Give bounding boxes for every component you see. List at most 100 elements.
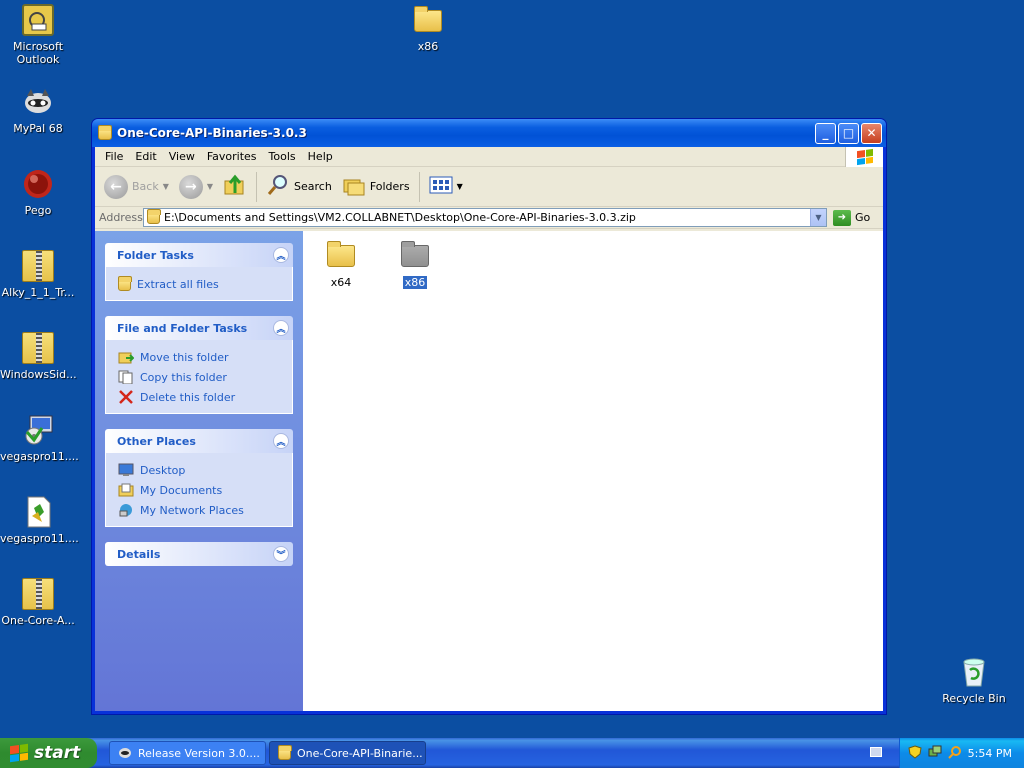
chevron-up-icon[interactable]: ︽ [273, 247, 289, 263]
shield-icon[interactable] [908, 744, 922, 762]
details-header[interactable]: Details ︾ [105, 542, 293, 566]
menu-tools[interactable]: Tools [263, 150, 302, 163]
folder-item-x64[interactable]: x64 [311, 239, 371, 289]
my-documents-link[interactable]: My Documents [118, 480, 280, 500]
desktop-icon-pego[interactable]: Pego [0, 168, 76, 217]
network-icon[interactable] [928, 745, 942, 762]
menu-bar: File Edit View Favorites Tools Help [95, 147, 883, 167]
desktop-icon [118, 463, 134, 477]
desktop-icon-x86[interactable]: x86 [390, 4, 466, 53]
desktop-icon-label: x86 [417, 40, 439, 53]
desktop-icon-mypal[interactable]: MyPal 68 [0, 86, 76, 135]
outlook-icon [22, 4, 54, 36]
taskbar-item-release[interactable]: Release Version 3.0.... [109, 741, 266, 765]
windows-logo-icon [10, 743, 28, 763]
desktop-icon-vegaspro-script[interactable]: vegaspro11.... [0, 496, 79, 545]
windows-logo-icon [845, 147, 883, 167]
desktop-link[interactable]: Desktop [118, 460, 280, 480]
keyboard-icon[interactable] [870, 747, 882, 757]
other-places-panel: Other Places ︽ Desktop My Documents My N… [105, 429, 293, 527]
menu-file[interactable]: File [99, 150, 129, 163]
taskbar-item-onecore[interactable]: One-Core-API-Binarie... [269, 741, 426, 765]
window-title: One-Core-API-Binaries-3.0.3 [117, 126, 307, 140]
system-tray: 5:54 PM [899, 738, 1024, 768]
menu-help[interactable]: Help [302, 150, 339, 163]
search-button[interactable]: Search [263, 171, 335, 202]
desktop-icon-outlook[interactable]: Microsoft Outlook [0, 4, 76, 66]
my-network-places-link[interactable]: My Network Places [118, 500, 280, 520]
desktop-icon-recycle-bin[interactable]: Recycle Bin [936, 656, 1012, 705]
desktop-icon-alky[interactable]: Alky_1_1_Tr... [0, 250, 76, 299]
delete-folder-link[interactable]: Delete this folder [118, 387, 280, 407]
chevron-down-icon[interactable]: ▼ [810, 209, 826, 226]
forward-arrow-icon: → [178, 174, 203, 199]
views-icon [429, 175, 453, 198]
extract-icon [118, 275, 132, 291]
other-places-header[interactable]: Other Places ︽ [105, 429, 293, 453]
network-icon [118, 503, 134, 517]
maximize-button[interactable]: □ [838, 122, 859, 144]
desktop-icon-vegaspro-installer[interactable]: vegaspro11.... [0, 414, 79, 463]
back-arrow-icon: ← [104, 174, 128, 199]
pego-icon [22, 168, 54, 200]
file-folder-tasks-header[interactable]: File and Folder Tasks ︽ [105, 316, 293, 340]
go-arrow-icon: ➜ [833, 209, 851, 226]
script-icon [22, 496, 54, 528]
start-button[interactable]: start [0, 738, 97, 768]
copy-folder-link[interactable]: Copy this folder [118, 367, 280, 387]
file-list-pane[interactable]: x64 x86 [303, 231, 883, 711]
address-input[interactable]: E:\Documents and Settings\VM2.COLLABNET\… [143, 208, 827, 227]
details-panel: Details ︾ [105, 542, 293, 566]
desktop-icon-label: vegaspro11.... [0, 532, 79, 545]
installer-icon [22, 414, 54, 446]
up-button[interactable] [220, 171, 250, 202]
zip-folder-icon [278, 745, 292, 760]
zip-icon [22, 332, 54, 364]
desktop-icon-label: Recycle Bin [942, 692, 1006, 705]
copy-folder-icon [118, 370, 134, 385]
desktop-icon-label: WindowsSid... [0, 368, 77, 381]
search-icon[interactable] [947, 745, 962, 762]
my-documents-icon [118, 483, 134, 497]
desktop-icon-windowssid[interactable]: WindowsSid... [0, 332, 77, 381]
folder-icon [327, 241, 355, 267]
toolbar-separator [256, 171, 258, 202]
folder-tasks-header[interactable]: Folder Tasks ︽ [105, 243, 293, 267]
menu-favorites[interactable]: Favorites [201, 150, 263, 163]
chevron-up-icon[interactable]: ︽ [273, 320, 289, 336]
clock[interactable]: 5:54 PM [968, 747, 1012, 760]
zip-folder-icon [98, 124, 112, 140]
minimize-button[interactable]: _ [815, 122, 836, 144]
toolbar-separator [418, 171, 420, 202]
folders-icon [342, 174, 366, 199]
views-button[interactable]: ▼ [426, 173, 466, 200]
folder-tasks-panel: Folder Tasks ︽ Extract all files [105, 243, 293, 301]
raccoon-icon [22, 86, 54, 118]
folder-item-x86[interactable]: x86 [385, 239, 445, 289]
forward-button[interactable]: → ▼ [176, 173, 216, 201]
back-button[interactable]: ← Back ▼ [101, 173, 172, 201]
desktop-icon-label: Microsoft Outlook [12, 40, 64, 66]
menu-view[interactable]: View [163, 150, 201, 163]
address-label: Address [99, 211, 143, 224]
folder-up-icon [223, 173, 247, 200]
go-button[interactable]: ➜ Go [833, 209, 870, 226]
desktop-icon-label: One-Core-A... [1, 614, 75, 627]
search-icon [266, 173, 290, 200]
menu-edit[interactable]: Edit [129, 150, 162, 163]
desktop-icon-label: Alky_1_1_Tr... [1, 286, 75, 299]
address-value: E:\Documents and Settings\VM2.COLLABNET\… [164, 211, 636, 224]
extract-all-files-link[interactable]: Extract all files [118, 274, 280, 294]
folder-icon [401, 241, 429, 267]
desktop-icon-label: Pego [24, 204, 52, 217]
close-button[interactable]: ✕ [861, 122, 882, 144]
folders-button[interactable]: Folders [339, 172, 413, 201]
zip-folder-icon [147, 209, 161, 224]
task-pane: Folder Tasks ︽ Extract all files File an… [95, 231, 303, 711]
move-folder-icon [118, 350, 135, 364]
chevron-up-icon[interactable]: ︽ [273, 433, 289, 449]
move-folder-link[interactable]: Move this folder [118, 347, 280, 367]
chevron-down-icon[interactable]: ︾ [273, 546, 289, 562]
desktop-icon-onecore[interactable]: One-Core-A... [0, 578, 76, 627]
title-bar[interactable]: One-Core-API-Binaries-3.0.3 _ □ ✕ [92, 119, 886, 147]
